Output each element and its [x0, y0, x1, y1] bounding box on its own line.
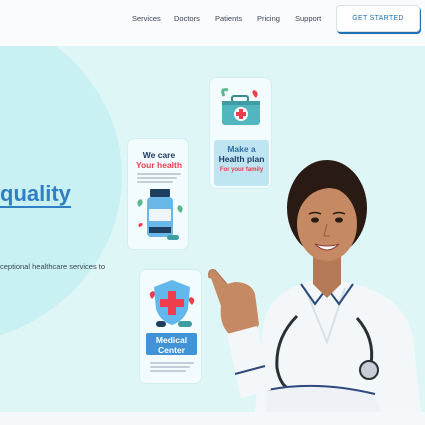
top-navbar: Services Doctors Patients Pricing Suppor… [0, 0, 425, 46]
page-footer-strip [0, 412, 425, 425]
we-care-text-line [137, 181, 173, 183]
medical-center-line1: Medical [155, 335, 188, 345]
hero-subtext: ceptional healthcare services to [0, 262, 106, 271]
medical-center-text-line [150, 366, 190, 368]
nav-link-services[interactable]: Services [132, 14, 161, 23]
nav-link-pricing[interactable]: Pricing [257, 14, 280, 23]
medical-center-line2: Center [158, 345, 185, 355]
medicine-bottle-icon [137, 189, 183, 240]
doctor-photo [208, 160, 421, 412]
medical-center-card: Medical Center [139, 269, 202, 384]
medical-center-text-line [150, 370, 186, 372]
get-started-button[interactable]: GET STARTED [336, 5, 420, 32]
medical-shield-icon [149, 280, 195, 327]
first-aid-kit-icon [221, 88, 260, 125]
nav-link-doctors[interactable]: Doctors [174, 14, 200, 23]
nav-link-patients[interactable]: Patients [215, 14, 242, 23]
we-care-line2: Your health [135, 160, 183, 170]
we-care-card: We care Your health [127, 138, 189, 250]
we-care-text-line [137, 173, 181, 175]
we-care-text-line [137, 177, 177, 179]
nav-link-support[interactable]: Support [295, 14, 321, 23]
hero-section: quality ceptional healthcare services to… [0, 46, 425, 412]
we-care-line1: We care [142, 150, 176, 160]
hero-headline: quality [0, 181, 71, 208]
medical-center-text-line [150, 362, 194, 364]
